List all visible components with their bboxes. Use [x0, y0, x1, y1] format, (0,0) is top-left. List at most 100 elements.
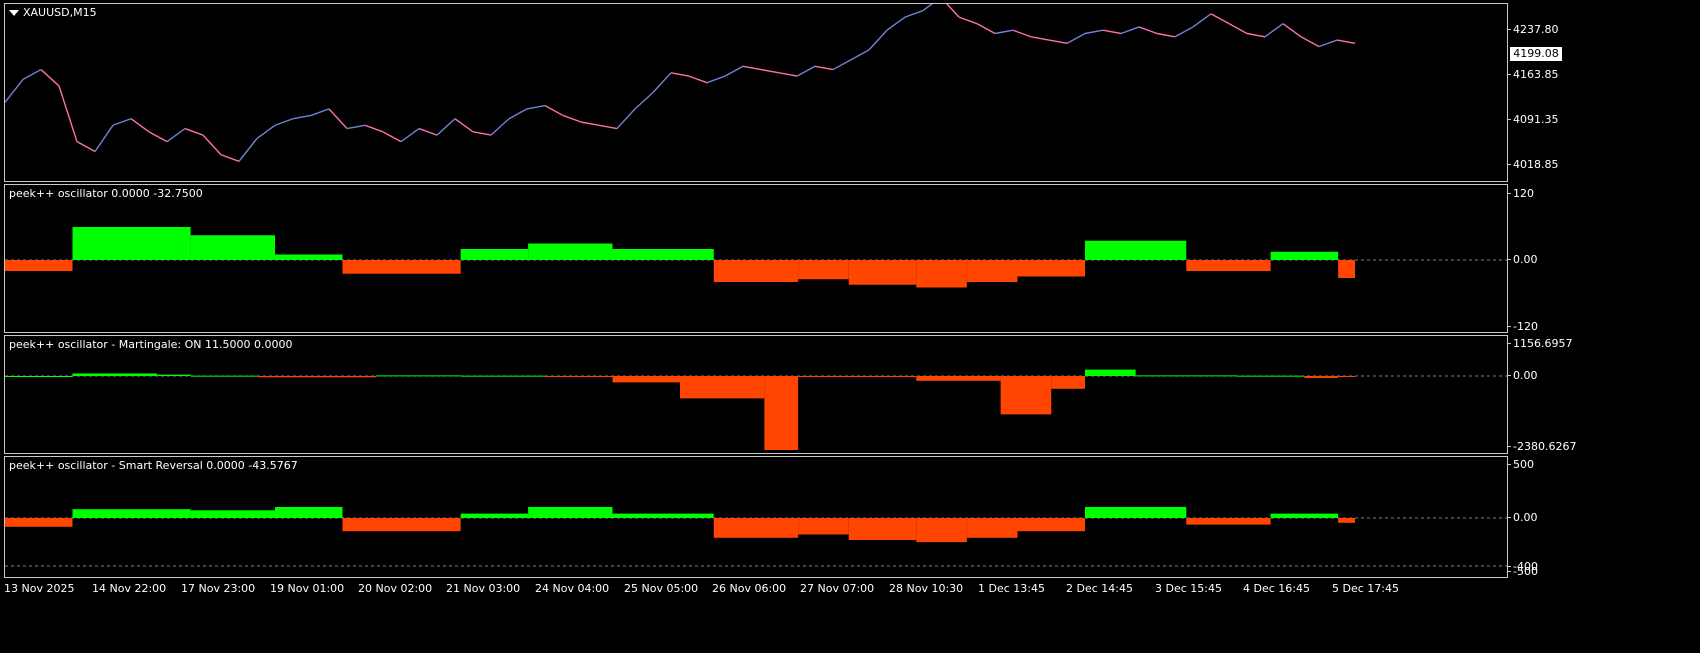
price-line-segment [130, 118, 150, 133]
time-axis: 13 Nov 2025 14 Nov 22:00 17 Nov 23:00 19… [0, 582, 1508, 600]
price-tick: 4163.85 [1507, 68, 1559, 81]
negative-bar [5, 260, 73, 271]
positive-bar [1270, 513, 1339, 518]
price-line-segment [1300, 36, 1320, 48]
price-line-segment [274, 118, 294, 126]
negative-bar [916, 376, 1001, 381]
positive-bar [1085, 369, 1136, 376]
price-line-segment [1228, 23, 1248, 35]
price-line-segment [946, 4, 960, 18]
time-label: 2 Dec 14:45 [1066, 582, 1133, 595]
price-line-segment [1084, 29, 1104, 35]
negative-bar [1186, 260, 1271, 271]
negative-bar [545, 376, 613, 377]
symbol-label[interactable]: XAUUSD,M15 [9, 6, 97, 19]
price-line-segment [220, 154, 240, 162]
positive-bar [460, 375, 545, 377]
negative-bar [1017, 260, 1085, 277]
price-line-segment [1156, 32, 1176, 38]
price-line-segment [850, 49, 870, 61]
price-line-segment [1282, 23, 1302, 38]
price-line-segment [1048, 39, 1068, 45]
oscillator-panel-2[interactable]: peek++ oscillator - Martingale: ON 11.50… [4, 335, 1508, 454]
dropdown-triangle-icon[interactable] [9, 10, 19, 16]
price-line-segment [1192, 13, 1212, 28]
positive-bar [376, 375, 461, 377]
price-line-segment [1210, 13, 1230, 25]
price-line-segment [328, 108, 348, 130]
price-line-segment [490, 118, 510, 136]
price-line-segment [616, 108, 636, 130]
time-label: 17 Nov 23:00 [181, 582, 256, 595]
price-line-segment [688, 75, 708, 84]
price-line-segment [976, 23, 996, 35]
price-line-segment [832, 59, 852, 71]
osc3-tick: -500 [1507, 565, 1538, 578]
negative-bar [966, 518, 1018, 538]
negative-bar [966, 260, 1018, 282]
price-line-segment [904, 9, 924, 18]
price-line-segment [1138, 26, 1158, 35]
positive-bar [1085, 507, 1187, 518]
price-line-segment [868, 29, 888, 51]
symbol-text: XAUUSD,M15 [23, 6, 97, 19]
time-label: 19 Nov 01:00 [270, 582, 345, 595]
price-line-segment [58, 85, 78, 142]
price-chart-svg [5, 4, 1356, 162]
positive-bar [1236, 375, 1305, 377]
price-line-segment [346, 124, 366, 130]
oscillator-3-label: peek++ oscillator - Smart Reversal 0.000… [9, 459, 298, 472]
time-label: 20 Nov 02:00 [358, 582, 433, 595]
price-line-segment [760, 68, 780, 74]
price-line-segment [796, 65, 816, 77]
price-line-segment [1264, 23, 1284, 38]
price-line-segment [94, 124, 114, 152]
price-line-segment [742, 65, 762, 71]
negative-bar [1186, 518, 1271, 525]
oscillator-1-label: peek++ oscillator 0.0000 -32.7500 [9, 187, 203, 200]
price-line-segment [418, 127, 438, 136]
price-line-segment [1012, 29, 1032, 38]
price-line-segment [454, 118, 474, 133]
negative-bar [713, 260, 799, 282]
oscillator-3-svg [5, 507, 1507, 567]
price-line-segment [652, 72, 672, 93]
time-label: 28 Nov 10:30 [889, 582, 964, 595]
price-line-segment [598, 124, 618, 130]
price-line-segment [922, 4, 934, 12]
price-line-segment [256, 124, 276, 139]
negative-bar [1051, 376, 1085, 389]
oscillator-1-svg [5, 227, 1507, 288]
time-label: 3 Dec 15:45 [1155, 582, 1222, 595]
negative-bar [1338, 376, 1355, 377]
osc3-tick: 500 [1507, 458, 1534, 471]
price-line-segment [1102, 29, 1122, 35]
positive-bar [612, 249, 714, 260]
positive-bar [72, 373, 157, 376]
osc1-tick: -120 [1507, 320, 1538, 333]
negative-bar [713, 518, 799, 538]
positive-bar [460, 249, 529, 260]
negative-bar [342, 260, 461, 274]
oscillator-2-label: peek++ oscillator - Martingale: ON 11.50… [9, 338, 293, 351]
negative-bar [798, 518, 849, 535]
price-line-segment [562, 114, 582, 123]
oscillator-panel-3[interactable]: peek++ oscillator - Smart Reversal 0.000… [4, 456, 1508, 578]
negative-bar [848, 518, 917, 540]
positive-bar [460, 513, 529, 518]
time-label: 4 Dec 16:45 [1243, 582, 1310, 595]
osc3-tick: 0.00 [1507, 511, 1538, 524]
price-line-segment [706, 75, 726, 84]
osc1-tick: 0.00 [1507, 253, 1538, 266]
price-line-segment [778, 72, 798, 77]
price-line-segment [148, 131, 168, 143]
negative-bar [1338, 518, 1355, 523]
price-line-segment [634, 91, 654, 110]
price-chart-panel[interactable]: XAUUSD,M15 [4, 3, 1508, 182]
price-line-segment [670, 72, 690, 77]
price-line-segment [472, 131, 492, 136]
oscillator-panel-1[interactable]: peek++ oscillator 0.0000 -32.7500 [4, 184, 1508, 333]
price-line-segment [1120, 26, 1140, 35]
negative-bar [916, 518, 967, 543]
negative-bar [342, 518, 461, 532]
